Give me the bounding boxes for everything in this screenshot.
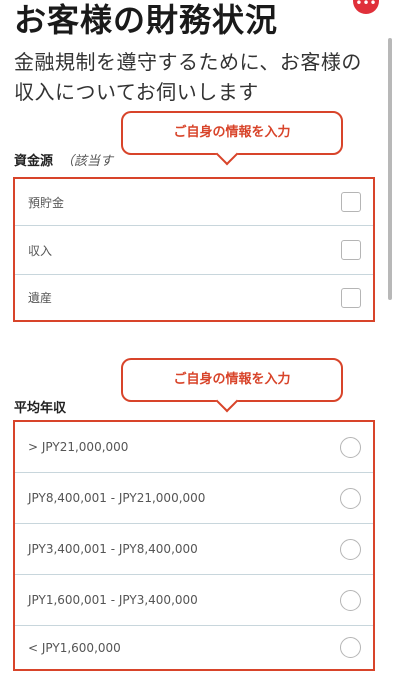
radio-button[interactable]	[340, 487, 361, 509]
checkbox[interactable]	[341, 287, 361, 308]
radio-button[interactable]	[340, 538, 361, 560]
income-option-3[interactable]: JPY3,400,001 - JPY8,400,000	[15, 524, 373, 575]
income-option-4[interactable]: JPY1,600,001 - JPY3,400,000	[15, 575, 373, 626]
annual-income-options: > JPY21,000,000 JPY8,400,001 - JPY21,000…	[13, 420, 375, 671]
option-label: JPY3,400,001 - JPY8,400,000	[28, 542, 198, 556]
option-label: < JPY1,600,000	[28, 640, 121, 655]
option-label: 遺産	[28, 291, 53, 305]
scrollbar[interactable]	[388, 38, 392, 300]
funds-source-title: 資金源	[14, 154, 54, 169]
callout-income: ご自身の情報を入力	[121, 358, 343, 402]
funds-option-income[interactable]: 収入	[15, 226, 373, 275]
funds-source-options: 預貯金 収入 遺産	[13, 177, 375, 322]
checkbox[interactable]	[341, 240, 361, 260]
income-option-2[interactable]: JPY8,400,001 - JPY21,000,000	[15, 473, 373, 524]
option-label: JPY1,600,001 - JPY3,400,000	[28, 593, 198, 607]
option-label: JPY8,400,001 - JPY21,000,000	[28, 491, 206, 505]
funds-source-label: 資金源 （該当す	[14, 150, 113, 169]
page-title: お客様の財務状況	[14, 1, 279, 39]
radio-button[interactable]	[340, 436, 361, 458]
funds-source-hint: （該当す	[61, 154, 114, 169]
income-option-1[interactable]: > JPY21,000,000	[15, 422, 373, 473]
funds-option-inheritance[interactable]: 遺産	[15, 275, 373, 320]
page-subtitle: 金融規制を遵守するために、お客様の収入についてお伺いします	[14, 50, 362, 104]
ellipsis-icon: •••	[355, 0, 377, 10]
option-label: 収入	[28, 243, 53, 258]
radio-button[interactable]	[340, 589, 361, 611]
checkbox[interactable]	[341, 192, 361, 212]
radio-button[interactable]	[340, 637, 361, 658]
funds-option-savings[interactable]: 預貯金	[15, 179, 373, 226]
annual-income-label: 平均年収	[14, 401, 67, 416]
callout-funds: ご自身の情報を入力	[121, 111, 343, 155]
option-label: 預貯金	[28, 195, 65, 210]
income-option-5[interactable]: < JPY1,600,000	[15, 626, 373, 669]
option-label: > JPY21,000,000	[28, 440, 129, 454]
menu-button[interactable]: •••	[353, 0, 379, 14]
